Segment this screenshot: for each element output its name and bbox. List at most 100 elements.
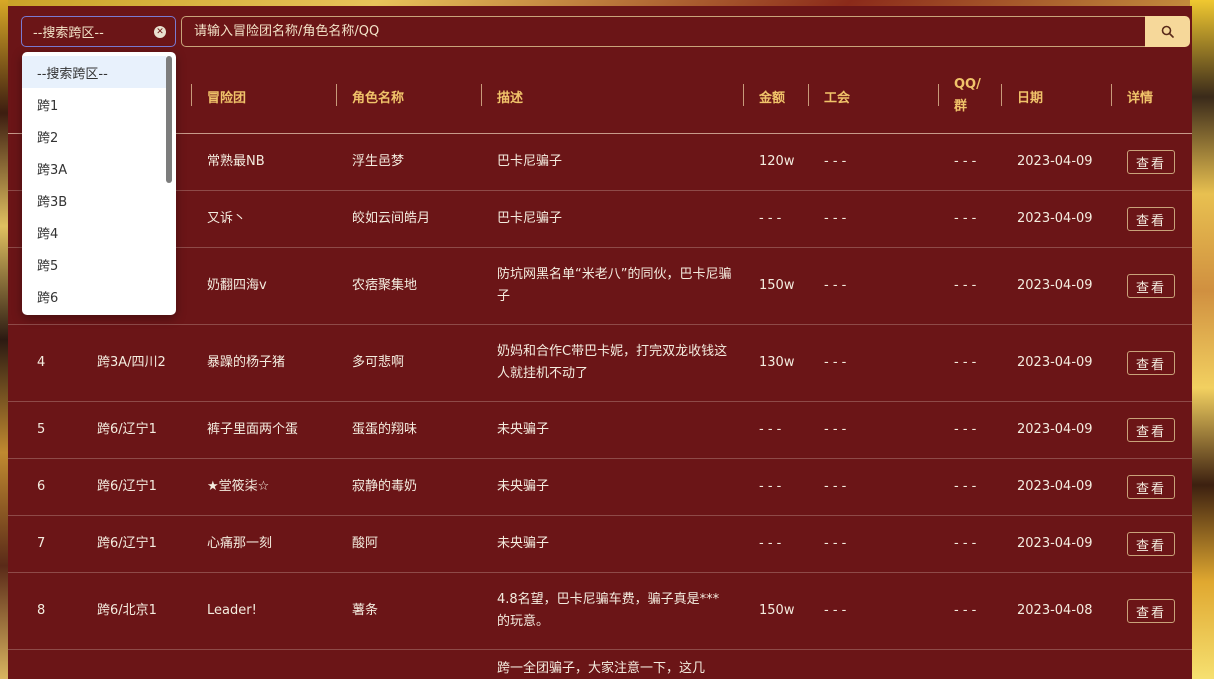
cell-desc: 防坑网黑名单“米老八”的同伙，巴卡尼骗子	[497, 267, 732, 304]
cell-role: 多可悲啊	[352, 355, 405, 370]
cell-qq: - - -	[954, 278, 977, 293]
cell-desc: 跨一全团骗子，大家注意一下，这几	[497, 661, 706, 676]
dropdown-scrollbar[interactable]	[166, 56, 172, 183]
cell-date: 2023-04-09	[1017, 479, 1093, 494]
cell-desc: 巴卡尼骗子	[497, 211, 563, 226]
cell-qq: - - -	[954, 479, 977, 494]
table-row: 又诉丶 皎如云间皓月 巴卡尼骗子 - - - - - - - - - 2023-…	[8, 191, 1192, 248]
cell-index: 6	[37, 479, 46, 494]
header-guild: 冒险团	[191, 58, 246, 134]
view-button[interactable]: 查看	[1127, 599, 1175, 623]
cell-guild: 心痛那一刻	[207, 536, 273, 551]
cell-qq: - - -	[954, 603, 977, 618]
cell-guild: 奶翻四海v	[207, 278, 267, 293]
view-button[interactable]: 查看	[1127, 532, 1175, 556]
cell-index: 4	[37, 355, 46, 370]
header-qq: QQ/群	[938, 58, 984, 134]
cell-date: 2023-04-09	[1017, 154, 1093, 169]
cell-region: 跨6/辽宁1	[97, 536, 157, 551]
cell-role: 皎如云间皓月	[352, 211, 431, 226]
cell-guild: Leader!	[207, 603, 257, 618]
search-button[interactable]	[1145, 16, 1190, 47]
blacklist-panel: --搜索跨区-- ✕ 冒险团 角色名称 描述 金额 工会 QQ/群 日期 详情 …	[8, 6, 1192, 679]
cell-guild: 又诉丶	[207, 211, 247, 226]
cell-date: 2023-04-09	[1017, 355, 1093, 370]
cell-guild: ★堂筱柒☆	[207, 479, 270, 494]
cell-union: - - -	[824, 211, 847, 226]
view-button[interactable]: 查看	[1127, 274, 1175, 298]
table-header: 冒险团 角色名称 描述 金额 工会 QQ/群 日期 详情	[8, 58, 1192, 134]
cell-desc: 巴卡尼骗子	[497, 154, 563, 169]
cell-index: 7	[37, 536, 46, 551]
table-row: 奶翻四海v 农痞聚集地 防坑网黑名单“米老八”的同伙，巴卡尼骗子 150w - …	[8, 248, 1192, 325]
table-row: 6 跨6/辽宁1 ★堂筱柒☆ 寂静的毒奶 未央骗子 - - - - - - - …	[8, 459, 1192, 516]
dropdown-option[interactable]: 跨3A	[22, 152, 166, 184]
header-desc: 描述	[481, 58, 523, 134]
dropdown-option[interactable]: 跨2	[22, 120, 166, 152]
cell-desc: 4.8名望，巴卡尼骗车费，骗子真是***的玩意。	[497, 592, 720, 629]
cell-desc: 奶妈和合作C带巴卡妮，打完双龙收钱这人就挂机不动了	[497, 344, 728, 381]
dropdown-option[interactable]: 跨5	[22, 248, 166, 280]
dropdown-option[interactable]: 跨4	[22, 216, 166, 248]
view-button[interactable]: 查看	[1127, 150, 1175, 174]
header-amount: 金额	[743, 58, 785, 134]
cell-amount: 130w	[759, 355, 795, 370]
cell-union: - - -	[824, 422, 847, 437]
dropdown-option[interactable]: 跨6	[22, 280, 166, 312]
cell-union: - - -	[824, 479, 847, 494]
region-select[interactable]: --搜索跨区-- ✕	[21, 16, 176, 47]
view-button[interactable]: 查看	[1127, 207, 1175, 231]
cell-qq: - - -	[954, 355, 977, 370]
search-icon	[1161, 25, 1174, 38]
cell-date: 2023-04-09	[1017, 422, 1093, 437]
cell-union: - - -	[824, 154, 847, 169]
cell-role: 酸阿	[352, 536, 379, 551]
cell-union: - - -	[824, 603, 847, 618]
cell-amount: - - -	[759, 211, 782, 226]
cell-desc: 未央骗子	[497, 536, 550, 551]
header-union: 工会	[808, 58, 850, 134]
cell-guild: 裤子里面两个蛋	[207, 422, 299, 437]
cell-desc: 未央骗子	[497, 479, 550, 494]
cell-qq: - - -	[954, 154, 977, 169]
cell-union: - - -	[824, 355, 847, 370]
cell-amount: 120w	[759, 154, 795, 169]
cell-guild: 常熟最NB	[207, 154, 265, 169]
cell-date: 2023-04-09	[1017, 536, 1093, 551]
background-art-left	[0, 0, 8, 679]
region-dropdown: --搜索跨区-- 跨1 跨2 跨3A 跨3B 跨4 跨5 跨6	[22, 52, 176, 315]
cell-date: 2023-04-09	[1017, 211, 1093, 226]
cell-qq: - - -	[954, 422, 977, 437]
view-button[interactable]: 查看	[1127, 418, 1175, 442]
cell-union: - - -	[824, 536, 847, 551]
cell-role: 蛋蛋的翔味	[352, 422, 418, 437]
search-input[interactable]	[181, 16, 1145, 47]
view-button[interactable]: 查看	[1127, 351, 1175, 375]
cell-amount: - - -	[759, 422, 782, 437]
cell-date: 2023-04-09	[1017, 278, 1093, 293]
cell-role: 浮生邑梦	[352, 154, 405, 169]
cell-index: 8	[37, 603, 46, 618]
cell-qq: - - -	[954, 211, 977, 226]
cell-amount: 150w	[759, 278, 795, 293]
cell-qq: - - -	[954, 536, 977, 551]
header-date: 日期	[1001, 58, 1043, 134]
cell-role: 农痞聚集地	[352, 278, 418, 293]
view-button[interactable]: 查看	[1127, 475, 1175, 499]
table-row: 常熟最NB 浮生邑梦 巴卡尼骗子 120w - - - - - - 2023-0…	[8, 134, 1192, 191]
clear-icon[interactable]: ✕	[154, 26, 166, 38]
cell-union: - - -	[824, 278, 847, 293]
dropdown-option[interactable]: 跨1	[22, 88, 166, 120]
table-row: 4 跨3A/四川2 暴躁的杨子猪 多可悲啊 奶妈和合作C带巴卡妮，打完双龙收钱这…	[8, 325, 1192, 402]
table-row: 跨一全团骗子，大家注意一下，这几	[8, 650, 1192, 679]
cell-guild: 暴躁的杨子猪	[207, 355, 286, 370]
cell-amount: - - -	[759, 479, 782, 494]
cell-region: 跨6/北京1	[97, 603, 157, 618]
dropdown-option[interactable]: --搜索跨区--	[22, 56, 166, 88]
dropdown-option[interactable]: 跨3B	[22, 184, 166, 216]
cell-index: 5	[37, 422, 46, 437]
cell-role: 寂静的毒奶	[352, 479, 418, 494]
table-row: 5 跨6/辽宁1 裤子里面两个蛋 蛋蛋的翔味 未央骗子 - - - - - - …	[8, 402, 1192, 459]
header-detail: 详情	[1111, 58, 1153, 134]
cell-amount: 150w	[759, 603, 795, 618]
